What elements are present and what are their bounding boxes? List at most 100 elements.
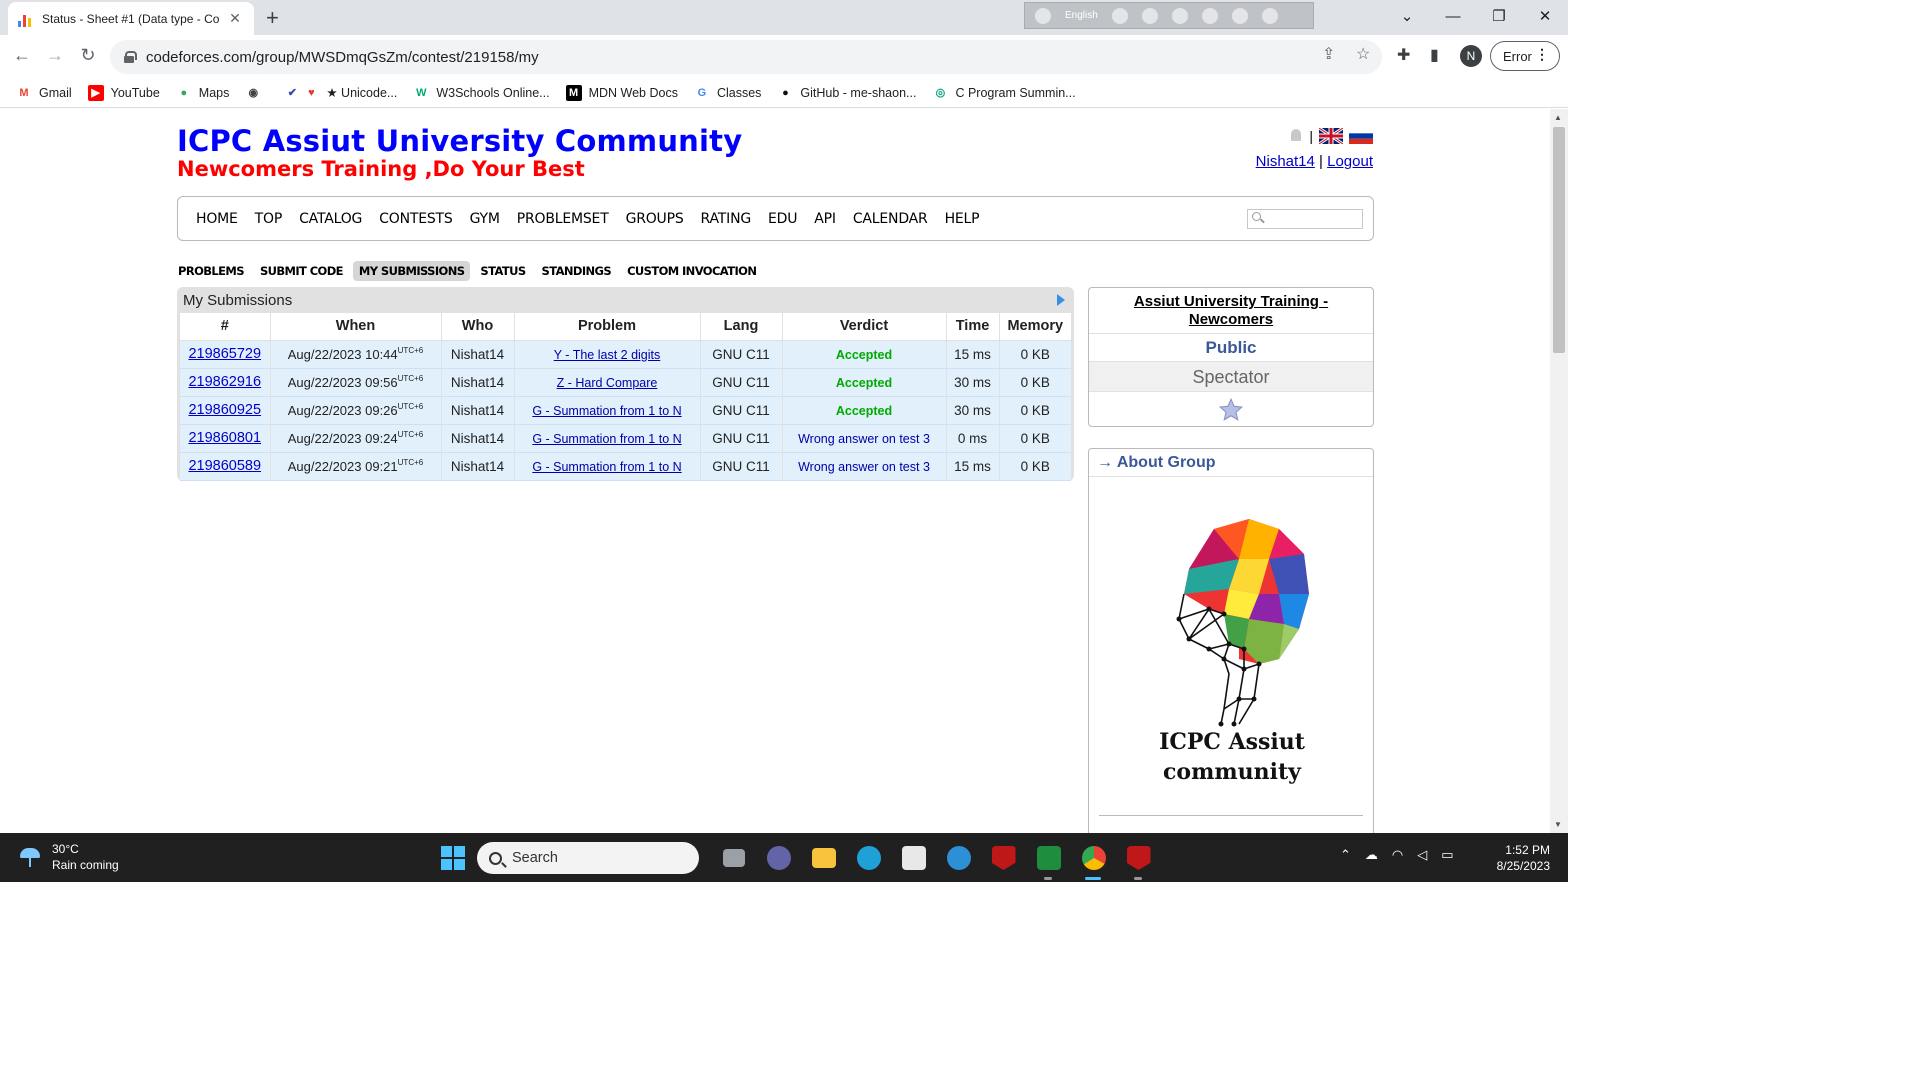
menu-home[interactable]: HOME bbox=[196, 211, 238, 227]
ime-keyboard-icon[interactable] bbox=[1111, 7, 1128, 24]
contest-tab-standings[interactable]: STANDINGS bbox=[536, 261, 618, 281]
group-title-link[interactable]: Assiut University Training - Newcomers bbox=[1089, 288, 1373, 334]
contest-tab-custom-invocation[interactable]: CUSTOM INVOCATION bbox=[621, 261, 762, 281]
mcafee-icon[interactable] bbox=[981, 840, 1026, 876]
problem-link[interactable]: G - Summation from 1 to N bbox=[532, 432, 681, 446]
ime-edit-icon[interactable] bbox=[1201, 7, 1218, 24]
google-classroom-icon[interactable] bbox=[1026, 840, 1071, 880]
ime-tool-icon[interactable] bbox=[1141, 7, 1158, 24]
submission-id-link[interactable]: 219862916 bbox=[188, 374, 261, 390]
username-link[interactable]: Nishat14 bbox=[1256, 153, 1315, 170]
menu-help[interactable]: HELP bbox=[945, 211, 980, 227]
problem-link[interactable]: G - Summation from 1 to N bbox=[532, 460, 681, 474]
submission-id-link[interactable]: 219860589 bbox=[188, 458, 261, 474]
menu-api[interactable]: API bbox=[814, 211, 836, 227]
russia-flag-icon[interactable] bbox=[1349, 128, 1373, 144]
task-view-icon[interactable] bbox=[711, 840, 756, 876]
logout-link[interactable]: Logout bbox=[1327, 153, 1373, 170]
address-bar[interactable]: codeforces.com/group/MWSDmqGsZm/contest/… bbox=[110, 40, 1382, 74]
clock[interactable]: 1:52 PM 8/25/2023 bbox=[1497, 842, 1550, 874]
tab-close-icon[interactable]: ✕ bbox=[226, 10, 244, 27]
side-panel-icon[interactable]: ▮ bbox=[1430, 45, 1439, 65]
start-button[interactable] bbox=[430, 840, 475, 876]
uk-flag-icon[interactable] bbox=[1319, 128, 1343, 144]
bookmark-item[interactable]: ◎ C Program Summin... bbox=[932, 84, 1076, 101]
contest-tab-status[interactable]: STATUS bbox=[474, 261, 531, 281]
ime-info-icon[interactable] bbox=[1261, 7, 1278, 24]
favourite-star-icon[interactable] bbox=[1089, 392, 1373, 428]
contest-tab-problems[interactable]: PROBLEMS bbox=[177, 261, 250, 281]
site-title[interactable]: ICPC Assiut University Community bbox=[177, 124, 742, 158]
restore-icon[interactable]: ❐ bbox=[1476, 0, 1522, 32]
wifi-icon[interactable]: ◠ bbox=[1392, 847, 1403, 863]
author-name[interactable]: Nishat14 bbox=[451, 459, 504, 474]
teams-chat-icon[interactable] bbox=[756, 840, 801, 876]
url-text[interactable]: codeforces.com/group/MWSDmqGsZm/contest/… bbox=[146, 49, 539, 66]
author-name[interactable]: Nishat14 bbox=[451, 431, 504, 446]
about-group-heading[interactable]: → About Group bbox=[1089, 449, 1373, 477]
menu-catalog[interactable]: CATALOG bbox=[299, 211, 362, 227]
lock-icon[interactable] bbox=[124, 51, 137, 63]
menu-calendar[interactable]: CALENDAR bbox=[853, 211, 928, 227]
taskbar-search[interactable]: Search bbox=[477, 842, 699, 874]
edge-icon[interactable] bbox=[846, 840, 891, 876]
new-tab-icon[interactable]: + bbox=[266, 5, 279, 31]
menu-contests[interactable]: CONTESTS bbox=[379, 211, 453, 227]
error-button[interactable]: Error ⋮ bbox=[1490, 41, 1560, 71]
ime-help-icon[interactable] bbox=[1231, 7, 1248, 24]
bookmark-item[interactable]: ● GitHub - me-shaon... bbox=[777, 84, 916, 101]
contest-tab-submit-code[interactable]: SUBMIT CODE bbox=[254, 261, 349, 281]
ime-language[interactable]: English bbox=[1065, 10, 1098, 21]
weather-widget[interactable]: 30°C Rain coming bbox=[18, 841, 119, 873]
share-icon[interactable]: ⇪ bbox=[1322, 44, 1335, 64]
author-name[interactable]: Nishat14 bbox=[451, 375, 504, 390]
ime-settings-icon[interactable] bbox=[1171, 7, 1188, 24]
expand-arrow-icon[interactable] bbox=[1057, 294, 1065, 306]
bookmark-item[interactable]: ◉ bbox=[245, 84, 268, 101]
extensions-icon[interactable]: ✚ bbox=[1397, 45, 1410, 65]
minimize-icon[interactable]: — bbox=[1430, 0, 1476, 32]
scroll-down-icon[interactable]: ▼ bbox=[1554, 820, 1562, 829]
bookmark-item[interactable]: ● Maps bbox=[175, 84, 229, 101]
battery-icon[interactable]: ▭ bbox=[1441, 847, 1453, 863]
author-name[interactable]: Nishat14 bbox=[451, 347, 504, 362]
menu-edu[interactable]: EDU bbox=[768, 211, 797, 227]
browser-tab[interactable]: Status - Sheet #1 (Data type - Co ✕ bbox=[8, 2, 254, 35]
menu-problemset[interactable]: PROBLEMSET bbox=[517, 211, 609, 227]
problem-link[interactable]: Z - Hard Compare bbox=[557, 376, 658, 390]
menu-top[interactable]: TOP bbox=[255, 211, 283, 227]
problem-link[interactable]: G - Summation from 1 to N bbox=[532, 404, 681, 418]
menu-gym[interactable]: GYM bbox=[470, 211, 500, 227]
profile-avatar[interactable]: N bbox=[1460, 45, 1482, 67]
page-scrollbar[interactable]: ▲ ▼ bbox=[1550, 109, 1568, 833]
contest-tab-my-submissions[interactable]: MY SUBMISSIONS bbox=[352, 261, 471, 281]
site-search-input[interactable] bbox=[1247, 209, 1363, 229]
tab-search-icon[interactable]: ⌄ bbox=[1384, 0, 1430, 32]
bookmark-item[interactable]: W W3Schools Online... bbox=[413, 84, 550, 101]
chrome-icon[interactable] bbox=[1071, 840, 1116, 880]
notification-icon[interactable] bbox=[1289, 128, 1303, 144]
scroll-thumb[interactable] bbox=[1553, 127, 1565, 353]
menu-groups[interactable]: GROUPS bbox=[626, 211, 684, 227]
bookmark-item[interactable]: M Gmail bbox=[16, 84, 72, 101]
bookmark-item[interactable]: G Classes bbox=[693, 84, 761, 101]
reload-icon[interactable]: ↻ bbox=[76, 45, 100, 66]
close-window-icon[interactable]: ✕ bbox=[1522, 0, 1568, 32]
problem-link[interactable]: Y - The last 2 digits bbox=[554, 348, 661, 362]
bookmark-item[interactable]: M MDN Web Docs bbox=[565, 84, 678, 101]
chevron-up-icon[interactable]: ⌃ bbox=[1340, 847, 1351, 863]
file-explorer-icon[interactable] bbox=[801, 840, 846, 876]
back-icon[interactable]: ← bbox=[10, 45, 34, 66]
help-icon[interactable] bbox=[936, 840, 981, 876]
volume-icon[interactable]: ◁ bbox=[1417, 847, 1427, 863]
submission-id-link[interactable]: 219860801 bbox=[188, 430, 261, 446]
store-icon[interactable] bbox=[891, 840, 936, 876]
bookmark-item[interactable]: ✔ ♥ ★ Unicode... bbox=[284, 84, 397, 101]
author-name[interactable]: Nishat14 bbox=[451, 403, 504, 418]
forward-icon[interactable]: → bbox=[43, 45, 67, 66]
menu-rating[interactable]: RATING bbox=[701, 211, 752, 227]
submission-id-link[interactable]: 219865729 bbox=[188, 346, 261, 362]
mcafee-shield-icon[interactable] bbox=[1116, 840, 1161, 880]
bookmark-star-icon[interactable]: ☆ bbox=[1356, 44, 1370, 64]
menu-dots-icon[interactable]: ⋮ bbox=[1535, 46, 1549, 63]
